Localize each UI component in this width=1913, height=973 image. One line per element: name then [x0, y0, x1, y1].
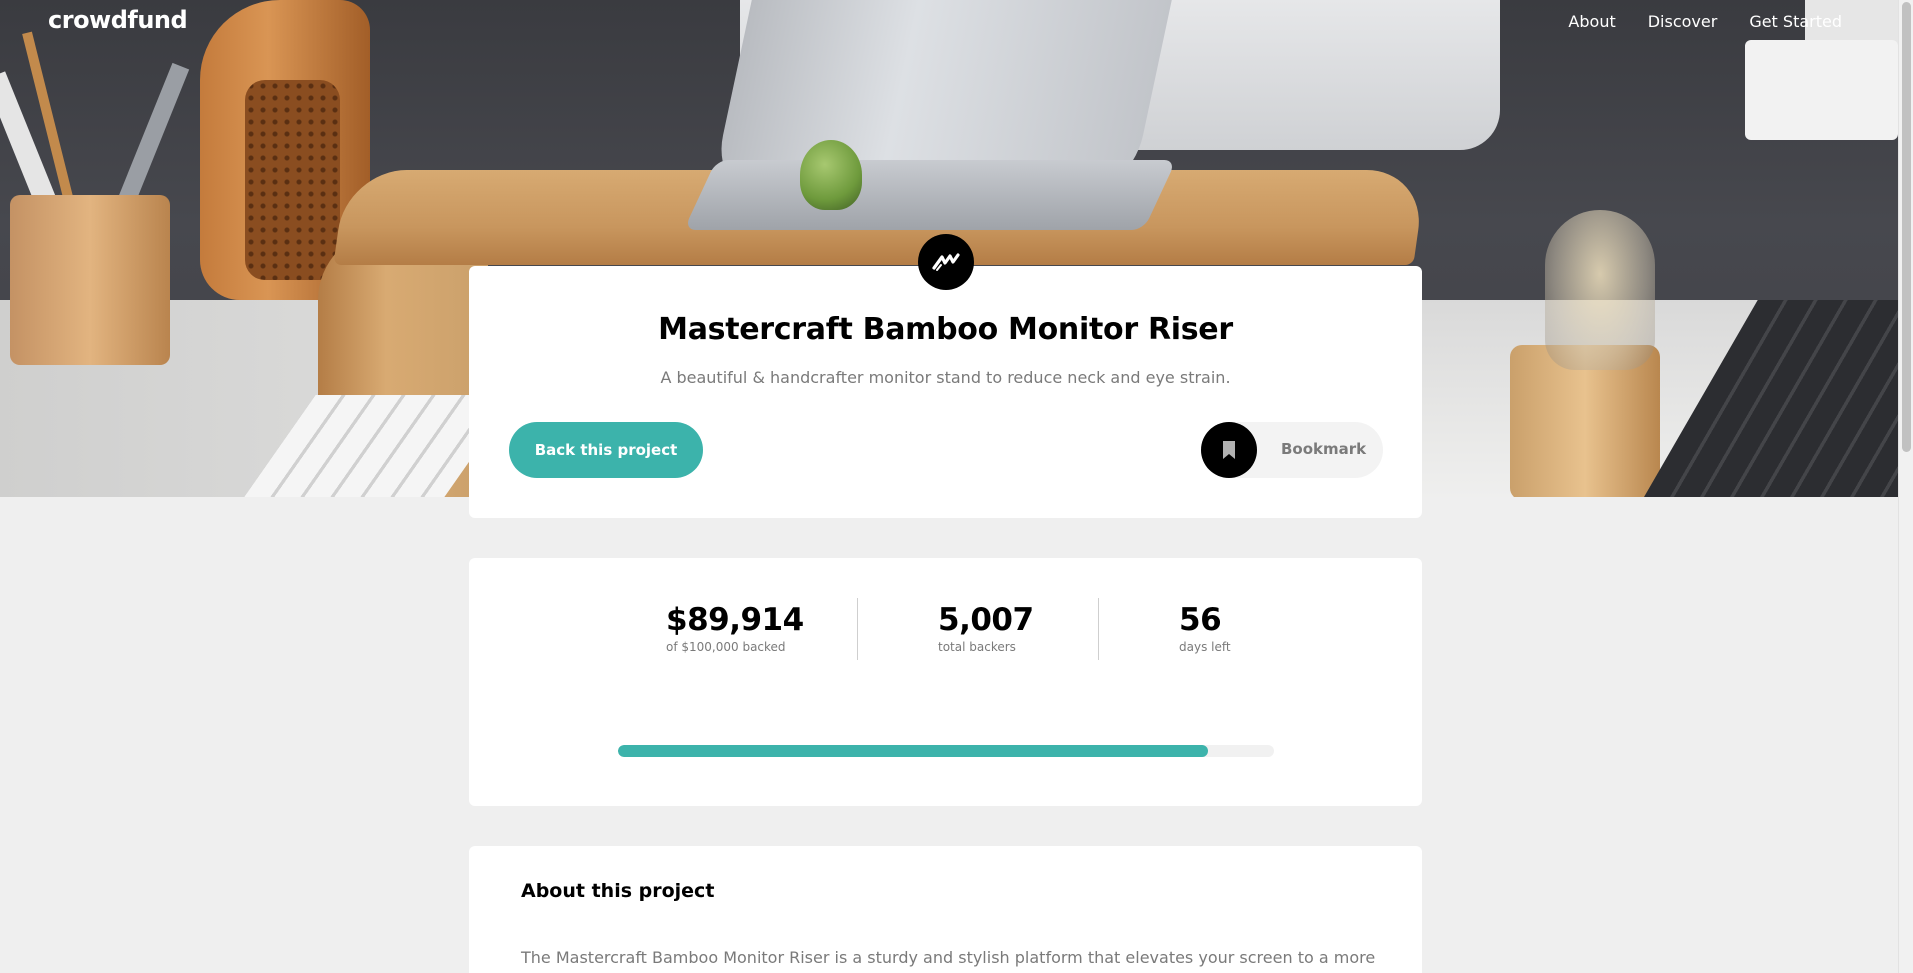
days-left-label: days left	[1179, 640, 1231, 654]
pencil-cup	[10, 195, 170, 365]
backed-amount: $89,914	[666, 602, 804, 638]
scrollbar-thumb[interactable]	[1902, 2, 1911, 452]
divider	[857, 598, 858, 660]
stat-days-left: 56 days left	[1179, 600, 1231, 654]
monitor-base	[683, 160, 1177, 230]
stat-backers: 5,007 total backers	[938, 600, 1034, 654]
bookmark-icon	[1201, 422, 1257, 478]
shelf	[1745, 40, 1898, 140]
nav-discover[interactable]: Discover	[1648, 12, 1718, 31]
bookmark-label: Bookmark	[1281, 440, 1367, 458]
project-subtitle: A beautiful & handcrafter monitor stand …	[660, 368, 1231, 387]
bookmark-button[interactable]: Bookmark	[1201, 422, 1383, 478]
about-heading: About this project	[521, 880, 715, 902]
back-project-button[interactable]: Back this project	[509, 422, 703, 478]
total-backers: 5,007	[938, 602, 1034, 638]
about-card: About this project The Mastercraft Bambo…	[469, 846, 1422, 973]
about-text: The Mastercraft Bamboo Monitor Riser is …	[521, 948, 1376, 967]
site-header: crowdfund About Discover Get Started	[0, 0, 1898, 50]
divider	[1098, 598, 1099, 660]
speaker-grill	[245, 80, 340, 280]
nav-about[interactable]: About	[1568, 12, 1615, 31]
page-scrollbar[interactable]	[1898, 0, 1913, 973]
stat-backed: $89,914 of $100,000 backed	[666, 600, 804, 654]
main-nav: About Discover Get Started	[1568, 12, 1842, 31]
stats-card: $89,914 of $100,000 backed 5,007 total b…	[469, 558, 1422, 806]
total-backers-label: total backers	[938, 640, 1016, 654]
logo[interactable]: crowdfund	[48, 6, 188, 34]
days-left: 56	[1179, 602, 1222, 638]
project-title: Mastercraft Bamboo Monitor Riser	[658, 312, 1233, 347]
nav-get-started[interactable]: Get Started	[1749, 12, 1842, 31]
brand-logo-glyph	[932, 253, 960, 271]
mastercraft-logo-icon	[918, 234, 974, 290]
lamp-bulb	[1545, 210, 1655, 370]
project-intro-card: Mastercraft Bamboo Monitor Riser A beaut…	[469, 266, 1422, 518]
backed-label: of $100,000 backed	[666, 640, 786, 654]
green-figurine	[800, 140, 862, 210]
progress-fill	[618, 745, 1208, 757]
funding-progress-bar	[618, 745, 1274, 757]
